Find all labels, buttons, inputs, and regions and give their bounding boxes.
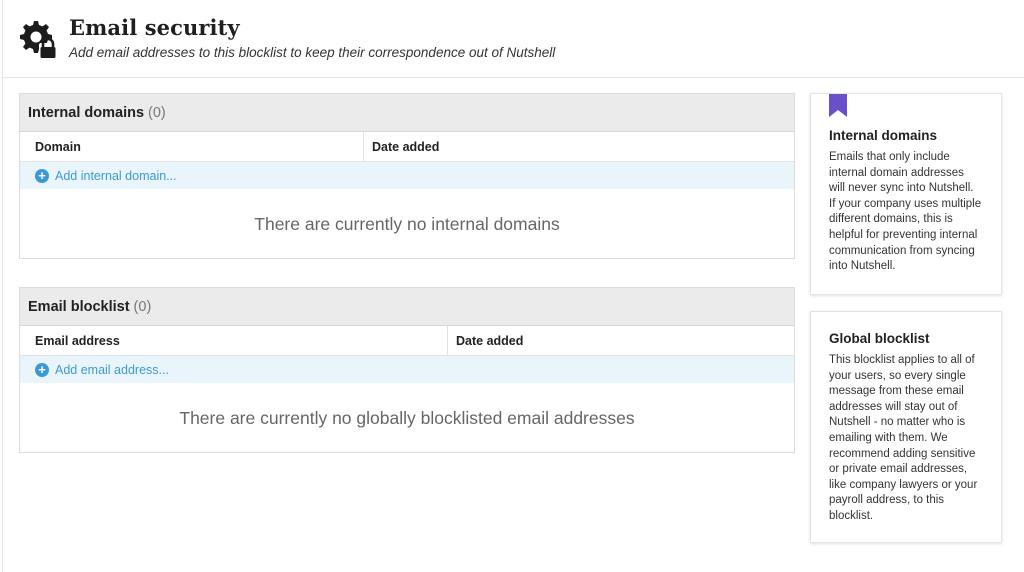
internal-domains-title: Internal domains bbox=[28, 104, 145, 121]
bookmark-icon bbox=[829, 94, 847, 117]
email-blocklist-column-header: Email address Date added bbox=[20, 325, 794, 356]
email-blocklist-count: (0) bbox=[133, 298, 152, 315]
internal-domains-column-header: Domain Date added bbox=[20, 131, 794, 162]
column-date-added[interactable]: Date added bbox=[363, 131, 794, 162]
global-blocklist-info-card: Global blocklist This blocklist applies … bbox=[810, 311, 1002, 543]
page-frame: Email security Add email addresses to th… bbox=[2, 0, 1024, 572]
internal-domains-panel: Internal domains (0) Domain Date added +… bbox=[19, 93, 795, 259]
internal-domains-info-card: Internal domains Emails that only includ… bbox=[810, 93, 1002, 295]
column-date-added[interactable]: Date added bbox=[447, 325, 794, 356]
plus-circle-icon: + bbox=[35, 168, 49, 183]
add-email-address-label: Add email address... bbox=[55, 362, 169, 377]
internal-domains-empty-message: There are currently no internal domains bbox=[254, 213, 560, 234]
add-email-address-button[interactable]: + Add email address... bbox=[20, 356, 794, 383]
email-blocklist-header: Email blocklist (0) bbox=[20, 288, 794, 326]
internal-domains-count: (0) bbox=[148, 104, 166, 121]
global-blocklist-card-body: This blocklist applies to all of your us… bbox=[829, 354, 978, 522]
page-subtitle: Add email addresses to this blocklist to… bbox=[69, 45, 556, 60]
gear-lock-icon bbox=[17, 18, 59, 60]
page-title: Email security bbox=[69, 15, 240, 40]
page-header: Email security Add email addresses to th… bbox=[3, 0, 1024, 78]
column-domain[interactable]: Domain bbox=[20, 132, 363, 162]
email-blocklist-panel: Email blocklist (0) Email address Date a… bbox=[19, 287, 795, 453]
add-internal-domain-label: Add internal domain... bbox=[55, 168, 177, 183]
add-internal-domain-button[interactable]: + Add internal domain... bbox=[20, 162, 794, 189]
global-blocklist-card-title: Global blocklist bbox=[829, 331, 930, 346]
column-email-address[interactable]: Email address bbox=[20, 326, 447, 356]
plus-circle-icon: + bbox=[35, 362, 49, 377]
email-blocklist-title: Email blocklist bbox=[28, 298, 130, 315]
internal-domains-header: Internal domains (0) bbox=[20, 94, 794, 132]
internal-domains-card-title: Internal domains bbox=[829, 128, 938, 143]
internal-domains-card-body: Emails that only include internal domain… bbox=[829, 151, 982, 273]
email-blocklist-empty-message: There are currently no globally blocklis… bbox=[179, 407, 635, 428]
